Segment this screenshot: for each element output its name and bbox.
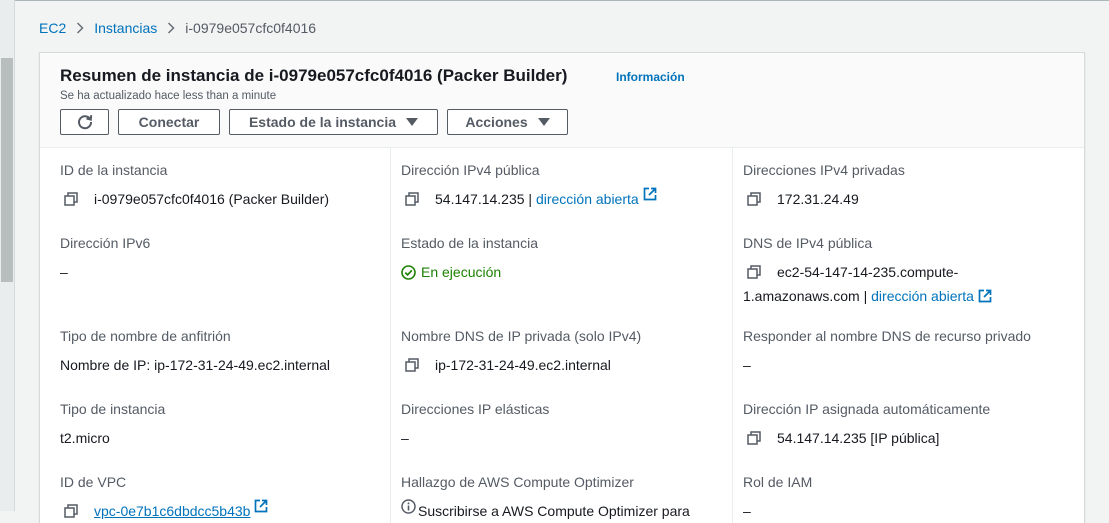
column-divider [732,148,733,523]
running-status: En ejecución [401,260,501,284]
info-circle-icon [401,499,416,514]
breadcrumb-ec2[interactable]: EC2 [39,20,66,36]
field-label: Rol de IAM [743,474,813,490]
instance-state-field: Estado de la instancia En ejecución [401,235,721,284]
copy-icon[interactable] [64,499,84,523]
field-label: DNS de IPv4 pública [743,235,873,251]
ipv6-value: – [60,264,68,280]
field-label: Hallazgo de AWS Compute Optimizer [401,474,634,490]
instance-id-field: ID de la instancia i-0979e057cfc0f4016 (… [60,162,380,211]
elastic-ip-field: Direcciones IP elásticas – [401,401,721,450]
public-dns-value-line2: 1.amazonaws.com | [743,288,868,304]
field-label: Responder al nombre DNS de recurso priva… [743,328,1031,344]
breadcrumb: EC2 Instancias i-0979e057cfc0f4016 [39,19,316,37]
caret-down-icon [537,118,550,126]
running-status-label: En ejecución [421,264,502,280]
field-value: 54.147.14.235 [IP pública] [743,426,1063,450]
answer-dns-value: – [743,357,751,373]
refresh-icon [76,113,94,131]
field-label: Tipo de instancia [60,401,166,417]
chevron-right-icon [76,22,84,34]
vpc-id-link[interactable]: vpc-0e7b1c6dbdcc5b43b [94,499,250,523]
last-updated-text: Se ha actualizado hace less than a minut… [60,90,277,102]
side-scrollbar[interactable] [0,0,15,511]
field-label: Direcciones IPv4 privadas [743,162,905,178]
open-address-link[interactable]: dirección abierta [536,187,639,211]
column-divider [390,148,391,523]
field-label: Nombre DNS de IP privada (solo IPv4) [401,328,642,344]
external-link-icon[interactable] [978,289,992,303]
copy-icon[interactable] [747,426,767,450]
ipv6-field: Dirección IPv6 – [60,235,380,284]
private-ipv4-value: 172.31.24.49 [777,191,859,207]
compute-optimizer-value: Suscribirse a AWS Compute Optimizer para [418,503,690,519]
private-dns-value: ip-172-31-24-49.ec2.internal [435,357,611,373]
instance-state-dropdown[interactable]: Estado de la instancia [229,109,438,135]
iam-role-value: – [743,503,751,519]
public-ipv4-field: Dirección IPv4 pública 54.147.14.235 | d… [401,162,721,211]
field-value: ip-172-31-24-49.ec2.internal [401,353,721,377]
answer-dns-field: Responder al nombre DNS de recurso priva… [743,328,1063,377]
actions-dropdown[interactable]: Acciones [447,109,568,135]
instance-type-value: t2.micro [60,430,110,446]
elastic-ip-value: – [401,430,409,446]
field-value: i-0979e057cfc0f4016 (Packer Builder) [60,187,380,211]
field-value: vpc-0e7b1c6dbdcc5b43b [60,499,380,523]
chevron-right-icon [167,22,175,34]
field-label: Estado de la instancia [401,235,538,251]
auto-ip-field: Dirección IP asignada automáticamente 54… [743,401,1063,450]
field-label: Dirección IPv6 [60,235,151,251]
instance-type-field: Tipo de instancia t2.micro [60,401,380,450]
top-border [0,0,1109,1]
vpc-id-field: ID de VPC vpc-0e7b1c6dbdcc5b43b [60,474,380,523]
actions-label: Acciones [465,114,528,130]
open-address-link[interactable]: dirección abierta [871,284,974,308]
field-label: ID de la instancia [60,162,168,178]
field-label: Dirección IP asignada automáticamente [743,401,991,417]
iam-role-field: Rol de IAM – [743,474,1063,523]
field-value: En ejecución [401,260,721,284]
field-label: Tipo de nombre de anfitrión [60,328,231,344]
private-dns-field: Nombre DNS de IP privada (solo IPv4) ip-… [401,328,721,377]
panel-header: Resumen de instancia de i-0979e057cfc0f4… [40,53,1084,148]
private-ipv4-field: Direcciones IPv4 privadas 172.31.24.49 [743,162,1063,211]
hostname-type-field: Tipo de nombre de anfitrión Nombre de IP… [60,328,380,377]
copy-icon[interactable] [405,353,425,377]
auto-ip-value: 54.147.14.235 [IP pública] [777,430,940,446]
instance-id-value: i-0979e057cfc0f4016 (Packer Builder) [94,191,330,207]
compute-optimizer-field: Hallazgo de AWS Compute Optimizer Suscri… [401,474,721,523]
field-value: Suscribirse a AWS Compute Optimizer para [401,499,721,523]
copy-icon[interactable] [64,187,84,211]
field-value: ec2-54-147-14-235.compute- [743,260,1063,284]
public-dns-line2: 1.amazonaws.com | dirección abierta [743,284,1063,308]
breadcrumb-instances[interactable]: Instancias [94,20,157,36]
instance-details-grid: ID de la instancia i-0979e057cfc0f4016 (… [40,148,1084,523]
external-link-icon[interactable] [643,187,657,201]
scrollbar-thumb[interactable] [1,58,13,282]
check-circle-icon [401,264,416,280]
hostname-type-value: Nombre de IP: ip-172-31-24-49.ec2.intern… [60,357,331,373]
public-dns-value-line1: ec2-54-147-14-235.compute- [777,264,959,280]
info-link[interactable]: Información [616,70,685,84]
field-label: Dirección IPv4 pública [401,162,540,178]
field-label: Direcciones IP elásticas [401,401,550,417]
field-label: ID de VPC [60,474,127,490]
copy-icon[interactable] [405,187,425,211]
field-value: 172.31.24.49 [743,187,1063,211]
instance-state-label: Estado de la instancia [248,114,397,130]
public-dns-field: DNS de IPv4 pública ec2-54-147-14-235.co… [743,235,1063,308]
field-value: 54.147.14.235 | dirección abierta [401,187,721,211]
refresh-button[interactable] [60,109,109,135]
connect-button[interactable]: Conectar [118,109,220,135]
copy-icon[interactable] [747,187,767,211]
copy-icon[interactable] [747,260,767,284]
caret-down-icon [406,118,419,126]
instance-summary-panel: Resumen de instancia de i-0979e057cfc0f4… [39,52,1085,523]
page-title: Resumen de instancia de i-0979e057cfc0f4… [60,66,568,85]
breadcrumb-current: i-0979e057cfc0f4016 [185,20,317,36]
public-ipv4-value: 54.147.14.235 | [435,191,533,207]
